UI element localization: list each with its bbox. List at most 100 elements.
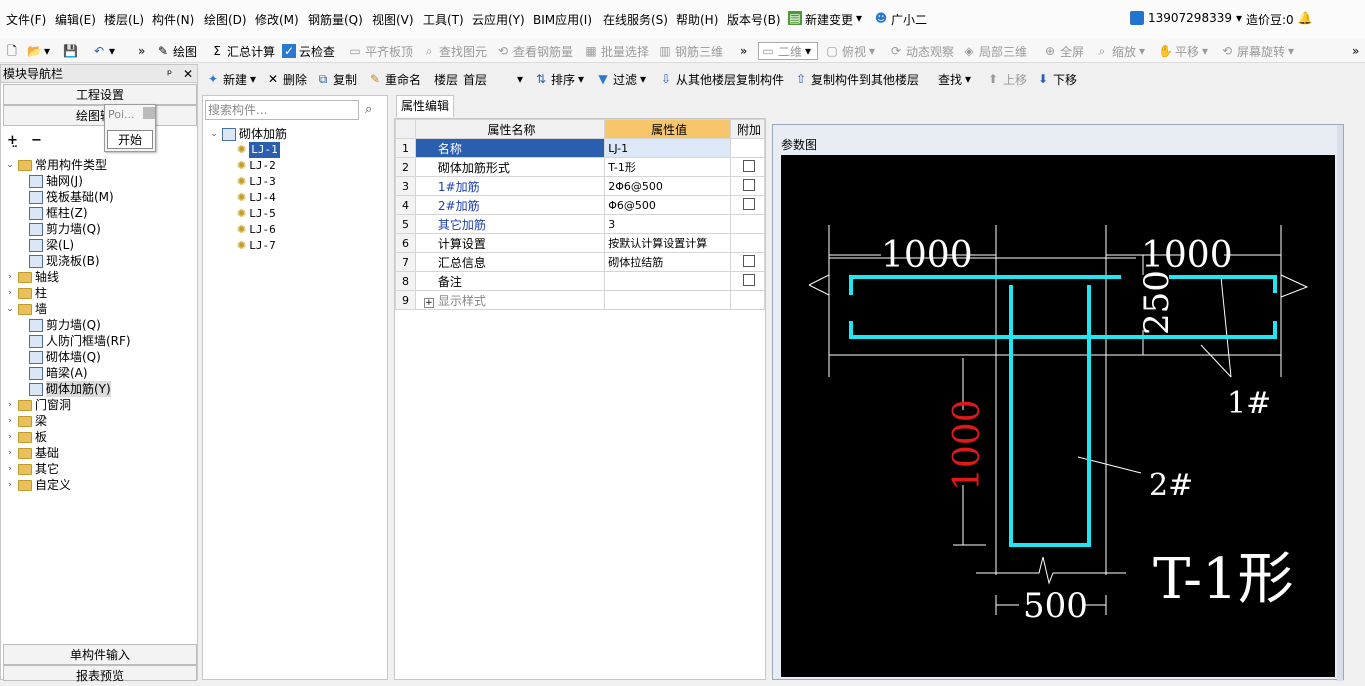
menu-cloud[interactable]: 云应用(Y) xyxy=(472,11,525,28)
move-down-button[interactable]: ⬇ 下移 xyxy=(1036,70,1077,88)
tree-item[interactable]: 暗梁(A) xyxy=(29,365,88,381)
tree-item[interactable]: ⌄ 常用构件类型 xyxy=(5,157,107,173)
property-row[interactable]: 3 1#加筋 2Φ6@500 xyxy=(395,176,765,196)
extra-checkbox[interactable] xyxy=(743,178,756,191)
undo-button[interactable]: ↶ ▾ xyxy=(92,42,115,60)
chevron-down-icon[interactable]: ⌄ xyxy=(5,157,15,173)
tree-item[interactable]: › 门窗洞 xyxy=(5,397,71,413)
property-row[interactable]: 2 砌体加筋形式 T-1形 xyxy=(395,157,765,177)
menu-component[interactable]: 构件(N) xyxy=(152,11,194,28)
component-item[interactable]: ✺ LJ-1 xyxy=(237,142,280,158)
property-value-cell[interactable]: 按默认计算设置计算 xyxy=(604,233,732,253)
menu-rebar[interactable]: 钢筋量(Q) xyxy=(308,11,363,28)
tree-item[interactable]: › 轴线 xyxy=(5,269,59,285)
diagram-scrollbar[interactable] xyxy=(1337,125,1343,681)
tree-item[interactable]: 轴网(J) xyxy=(29,173,83,189)
user-account[interactable]: 👤 13907298339 ▾ 造价豆:0 🔔 xyxy=(1130,11,1313,28)
property-extra-cell[interactable] xyxy=(730,176,765,196)
extra-checkbox[interactable] xyxy=(743,254,756,267)
tree-item[interactable]: › 基础 xyxy=(5,445,59,461)
screen-rotate-button[interactable]: ⟲ 屏幕旋转 ▾ xyxy=(1220,42,1294,60)
sort-button[interactable]: ⇅ 排序 ▾ xyxy=(534,70,584,88)
tab-property-edit[interactable]: 属性编辑 xyxy=(396,95,455,117)
tree-item[interactable]: 人防门框墙(RF) xyxy=(29,333,131,349)
search-icon[interactable]: ⌕ xyxy=(365,102,372,117)
property-row[interactable]: 6 计算设置 按默认计算设置计算 xyxy=(395,233,765,253)
open-button[interactable]: 📂 ▾ xyxy=(27,42,50,60)
chevron-down-icon[interactable]: ⌄ xyxy=(209,126,219,142)
new-change-button[interactable]: ▤ 新建变更 ▾ xyxy=(788,11,862,28)
extra-checkbox[interactable] xyxy=(743,159,756,172)
tree-item[interactable]: 框柱(Z) xyxy=(29,205,88,221)
chevron-right-icon[interactable]: › xyxy=(5,397,15,413)
property-row[interactable]: 9 + 显示样式 xyxy=(395,290,765,310)
property-value-cell[interactable]: T-1形 xyxy=(604,157,732,177)
new-component-button[interactable]: ✦ 新建 ▾ xyxy=(206,70,256,88)
copy-to-floor-button[interactable]: ⇧ 复制构件到其他楼层 xyxy=(794,70,919,88)
menu-modify[interactable]: 修改(M) xyxy=(255,11,299,28)
extra-checkbox[interactable] xyxy=(743,197,756,210)
tree-item[interactable]: 梁(L) xyxy=(29,237,74,253)
component-item[interactable]: ✺ LJ-7 xyxy=(237,238,276,254)
move-up-button[interactable]: ⬆ 上移 xyxy=(986,70,1027,88)
property-value-cell[interactable]: Φ6@500 xyxy=(604,195,732,215)
tree-item[interactable]: › 柱 xyxy=(5,285,47,301)
report-preview-button[interactable]: 报表预览 xyxy=(3,665,197,683)
search-input[interactable]: 搜索构件... xyxy=(205,100,359,120)
batch-select-button[interactable]: ▦ 批量选择 xyxy=(584,42,649,60)
find-button[interactable]: 查找 ▾ xyxy=(938,70,971,88)
menu-help[interactable]: 帮助(H) xyxy=(676,11,718,28)
component-item[interactable]: ✺ LJ-6 xyxy=(237,222,276,238)
pin-icon[interactable]: ᵖ xyxy=(167,65,172,83)
floor-select[interactable]: 首层 ▾ xyxy=(463,70,523,88)
close-icon[interactable]: ✕ xyxy=(183,65,193,83)
copy-button[interactable]: ⧉ 复制 xyxy=(316,70,357,88)
property-extra-cell[interactable] xyxy=(730,157,765,177)
menu-online[interactable]: 在线服务(S) xyxy=(603,11,668,28)
collapse-all-icon[interactable]: − xyxy=(31,133,42,148)
tree-item[interactable]: ⌄ 墙 xyxy=(5,301,47,317)
menu-tools[interactable]: 工具(T) xyxy=(423,11,464,28)
property-row[interactable]: 5 其它加筋 3 xyxy=(395,214,765,234)
overflow-chevron-icon[interactable]: » xyxy=(1352,42,1359,60)
draw-button[interactable]: ✎ 绘图 xyxy=(156,42,197,60)
tree-item[interactable]: › 梁 xyxy=(5,413,47,429)
view-rebar-button[interactable]: ⟲ 查看钢筋量 xyxy=(496,42,573,60)
assistant-button[interactable]: ☻ 广小二 xyxy=(874,11,927,28)
menu-file[interactable]: 文件(F) xyxy=(6,11,46,28)
chevron-right-icon[interactable]: › xyxy=(5,285,15,301)
expand-plus-icon[interactable]: + xyxy=(423,297,434,308)
chevron-right-icon[interactable]: › xyxy=(5,461,15,477)
tree-item[interactable]: 剪力墙(Q) xyxy=(29,317,101,333)
property-value-cell[interactable]: 3 xyxy=(604,214,732,234)
delete-button[interactable]: ✕ 删除 xyxy=(266,70,307,88)
component-item[interactable]: ✺ LJ-5 xyxy=(237,206,276,222)
view-mode-select[interactable]: ▭ 二维 ▾ xyxy=(758,42,818,60)
chevron-right-icon[interactable]: › xyxy=(5,429,15,445)
bell-icon[interactable]: 🔔 xyxy=(1298,11,1313,25)
property-extra-cell[interactable] xyxy=(730,195,765,215)
tree-item[interactable]: 筏板基础(M) xyxy=(29,189,114,205)
component-item[interactable]: ✺ LJ-3 xyxy=(237,174,276,190)
property-extra-cell[interactable] xyxy=(730,252,765,272)
menu-bim[interactable]: BIM应用(I) xyxy=(533,11,592,28)
property-row[interactable]: 1 名称 LJ-1 xyxy=(395,138,765,158)
property-value-cell[interactable]: 2Φ6@500 xyxy=(604,176,732,196)
save-button[interactable]: 💾 xyxy=(63,42,78,60)
property-value-cell[interactable] xyxy=(604,290,732,310)
overflow-chevron-icon[interactable]: » xyxy=(138,42,145,60)
copy-from-floor-button[interactable]: ⇩ 从其他楼层复制构件 xyxy=(659,70,784,88)
component-item[interactable]: ✺ LJ-4 xyxy=(237,190,276,206)
zoom-button[interactable]: ⌕ 缩放 ▾ xyxy=(1095,42,1145,60)
tree-item[interactable]: 现浇板(B) xyxy=(29,253,100,269)
filter-button[interactable]: ▼ 过滤 ▾ xyxy=(596,70,646,88)
component-root[interactable]: ⌄ 砌体加筋 xyxy=(209,126,287,142)
chevron-right-icon[interactable]: › xyxy=(5,413,15,429)
property-extra-cell[interactable] xyxy=(730,271,765,291)
align-slab-button[interactable]: ▭ 平齐板顶 xyxy=(348,42,413,60)
chevron-right-icon[interactable]: › xyxy=(5,445,15,461)
tree-item[interactable]: 剪力墙(Q) xyxy=(29,221,101,237)
tree-item[interactable]: 砌体加筋(Y) xyxy=(29,381,111,397)
new-file-button[interactable]: 🗋 xyxy=(5,42,19,60)
tree-item[interactable]: › 其它 xyxy=(5,461,59,477)
